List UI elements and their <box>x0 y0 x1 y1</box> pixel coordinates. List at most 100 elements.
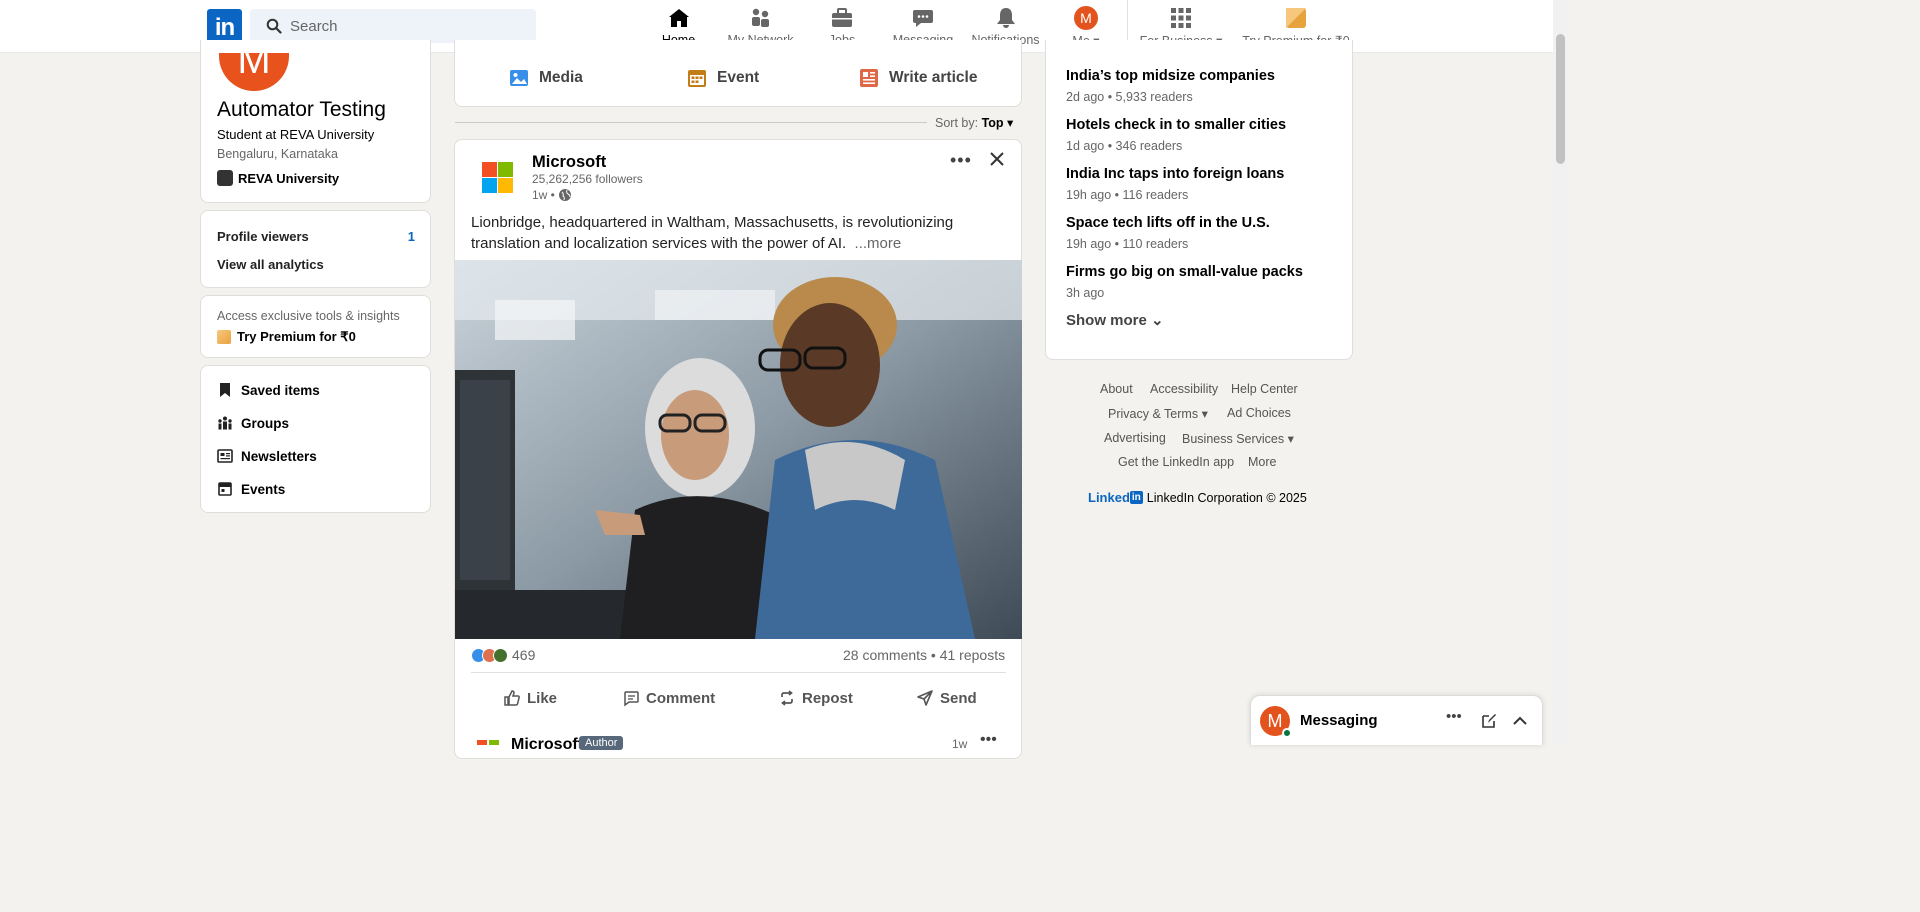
footer-more-link[interactable]: More <box>1248 455 1276 469</box>
briefcase-icon <box>832 8 852 27</box>
send-icon <box>917 690 933 706</box>
repost-icon <box>781 690 793 706</box>
footer-about-link[interactable]: About <box>1100 382 1133 396</box>
post-actions-divider <box>471 672 1006 673</box>
article-icon <box>860 69 878 87</box>
post-time: 1w • <box>532 188 572 202</box>
messaging-icon <box>913 10 933 27</box>
footer-business-services-link[interactable]: Business Services ▾ <box>1182 431 1294 446</box>
thumbs-up-icon <box>504 690 520 706</box>
chevron-up-icon[interactable] <box>1512 713 1528 729</box>
footer-advertising-link[interactable]: Advertising <box>1104 431 1166 445</box>
news-item-title[interactable]: India Inc taps into foreign loans <box>1066 166 1284 182</box>
bookmark-icon <box>220 383 230 397</box>
online-status-icon <box>1282 728 1292 738</box>
footer-copyright: LinkedIn Corporation © 2025 <box>1146 490 1307 505</box>
profile-headline: Student at REVA University <box>217 127 375 142</box>
linkedin-box-logo: in <box>1129 491 1143 504</box>
news-item-title[interactable]: Firms go big on small-value packs <box>1066 264 1303 280</box>
linkedin-logo[interactable]: in <box>207 9 242 44</box>
messaging-options-icon[interactable]: ••• <box>1446 708 1462 725</box>
reactions-summary[interactable]: 469 <box>471 647 535 663</box>
premium-card <box>200 295 431 358</box>
search-icon <box>266 18 282 34</box>
globe-icon <box>559 189 572 201</box>
reactions-count: 469 <box>512 647 536 663</box>
school-logo-icon <box>217 170 233 186</box>
write-article-button[interactable]: Write article <box>859 68 977 88</box>
close-icon[interactable] <box>988 150 1006 168</box>
footer-ad-choices-link[interactable]: Ad Choices <box>1227 406 1291 420</box>
groups-link[interactable]: Groups <box>217 415 289 431</box>
like-button[interactable]: Like <box>503 689 557 707</box>
footer-help-link[interactable]: Help Center <box>1231 382 1298 396</box>
microsoft-logo <box>477 740 499 745</box>
scrollbar-thumb[interactable] <box>1556 34 1565 164</box>
footer-privacy-link[interactable]: Privacy & Terms ▾ <box>1108 406 1208 421</box>
footer-accessibility-link[interactable]: Accessibility <box>1150 382 1218 396</box>
see-more-link[interactable]: ...more <box>855 235 902 252</box>
news-item-meta: 19h ago • 110 readers <box>1066 237 1189 251</box>
linkedin-wordmark: Linked <box>1088 490 1130 505</box>
calendar-icon <box>218 482 232 496</box>
news-item-meta: 2d ago • 5,933 readers <box>1066 90 1193 104</box>
events-link[interactable]: Events <box>217 481 285 497</box>
sort-divider <box>455 122 927 123</box>
grid-icon <box>1171 8 1191 28</box>
messaging-label: Messaging <box>1300 712 1378 729</box>
send-button[interactable]: Send <box>916 689 977 707</box>
show-more-button[interactable]: Show more ⌄ <box>1066 311 1164 329</box>
news-item-title[interactable]: Hotels check in to smaller cities <box>1066 117 1286 133</box>
share-media-button[interactable]: Media <box>509 68 583 88</box>
saved-items-link[interactable]: Saved items <box>217 382 320 398</box>
newsletters-link[interactable]: Newsletters <box>217 448 317 464</box>
me-avatar: M <box>1074 6 1098 30</box>
premium-link[interactable]: Try Premium for ₹0 <box>217 329 356 345</box>
next-post-time: 1w <box>952 737 968 751</box>
profile-viewers-label: Profile viewers <box>217 229 309 244</box>
share-event-button[interactable]: Event <box>687 68 759 88</box>
footer-brand: Linked in LinkedIn Corporation © 2025 <box>1088 490 1307 505</box>
premium-icon <box>1286 8 1306 28</box>
search-box[interactable] <box>250 9 536 43</box>
profile-name[interactable]: Automator Testing <box>217 98 386 122</box>
news-item-title[interactable]: India’s top midsize companies <box>1066 68 1275 84</box>
news-item-meta: 1d ago • 346 readers <box>1066 139 1183 153</box>
post-more-options-icon[interactable]: ••• <box>950 150 972 171</box>
calendar-icon <box>688 70 706 87</box>
comment-button[interactable]: Comment <box>622 689 715 707</box>
post-author-name[interactable]: Microsoft <box>532 153 606 172</box>
bell-icon <box>996 8 1015 28</box>
author-badge: Author <box>579 736 624 750</box>
caret-down-icon: ▾ <box>1201 407 1208 421</box>
post-text: Lionbridge, headquartered in Waltham, Ma… <box>471 214 954 252</box>
sort-dropdown[interactable]: Sort by: Top ▾ <box>935 115 1013 130</box>
comments-reposts-count[interactable]: 28 comments • 41 reposts <box>843 647 1005 663</box>
profile-viewers-row[interactable]: Profile viewers 1 <box>217 229 415 244</box>
support-reaction-icon <box>493 647 508 663</box>
compose-icon[interactable] <box>1481 713 1497 729</box>
news-item-title[interactable]: Space tech lifts off in the U.S. <box>1066 215 1270 231</box>
repost-button[interactable]: Repost <box>778 689 853 707</box>
caret-down-icon: ▾ <box>1007 116 1014 130</box>
page-scrollbar[interactable] <box>1553 0 1568 745</box>
premium-hint: Access exclusive tools & insights <box>217 309 400 323</box>
profile-school[interactable]: REVA University <box>217 170 339 186</box>
chevron-down-icon: ⌄ <box>1151 312 1164 329</box>
next-post-author[interactable]: Microsoft <box>511 736 583 754</box>
profile-location: Bengaluru, Karnataka <box>217 147 338 161</box>
image-icon <box>510 70 528 86</box>
next-post-more-icon[interactable]: ••• <box>980 731 997 749</box>
messaging-overlay[interactable]: M Messaging ••• <box>1250 695 1543 745</box>
post-image[interactable] <box>455 260 1022 639</box>
profile-viewers-value: 1 <box>407 229 415 244</box>
view-all-analytics-link[interactable]: View all analytics <box>217 257 324 272</box>
news-item-meta: 3h ago <box>1066 286 1105 300</box>
analytics-card <box>200 210 431 288</box>
search-input[interactable] <box>290 9 526 43</box>
premium-icon <box>217 330 231 344</box>
home-icon <box>668 9 689 27</box>
microsoft-logo[interactable] <box>482 162 513 193</box>
groups-icon <box>218 416 232 430</box>
footer-get-app-link[interactable]: Get the LinkedIn app <box>1118 455 1234 469</box>
